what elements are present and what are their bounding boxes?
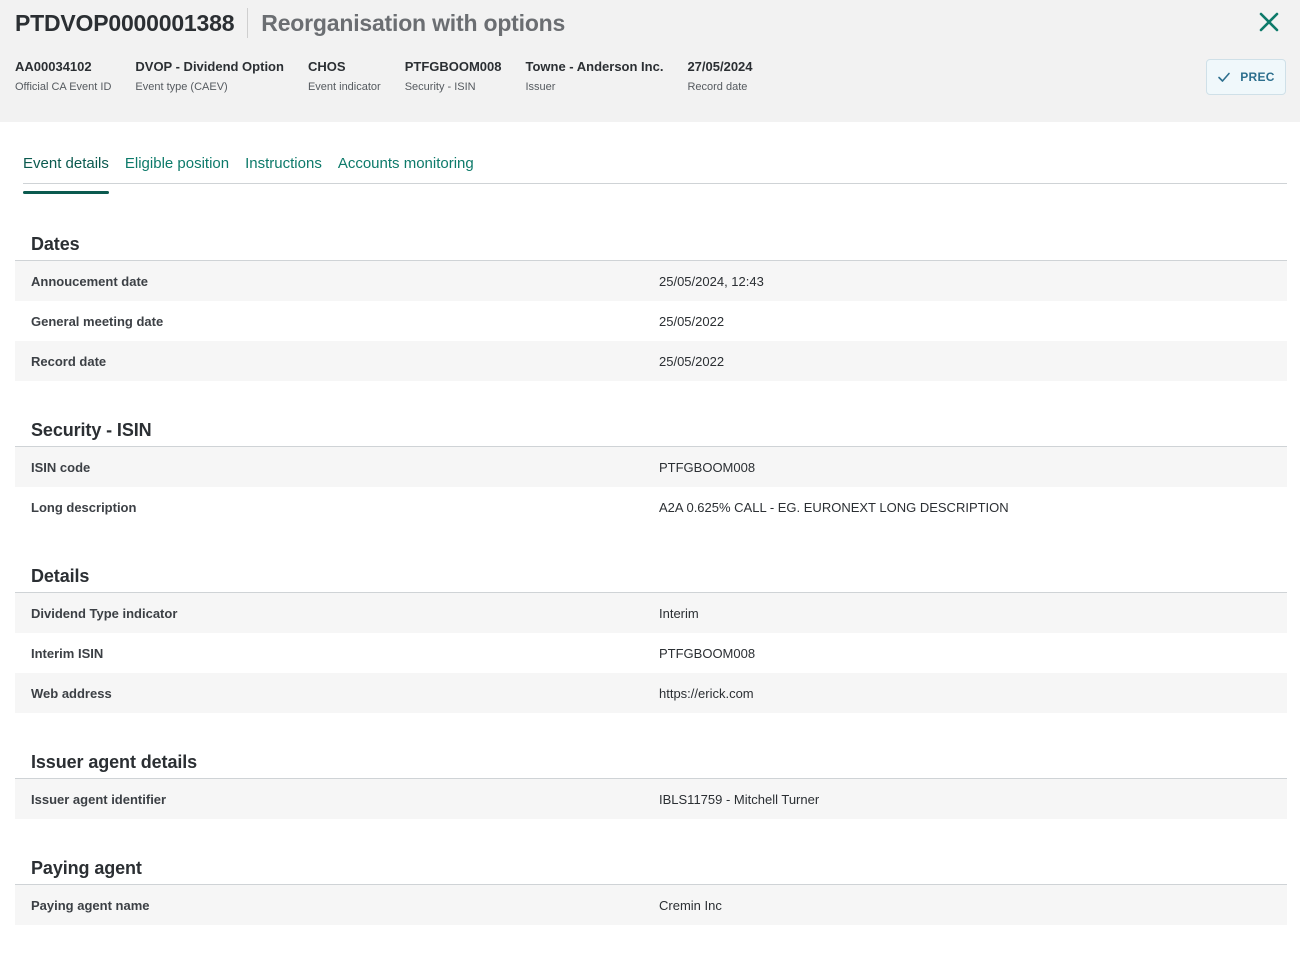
row-value: 25/05/2022	[659, 313, 725, 329]
meta-label: Official CA Event ID	[15, 81, 112, 93]
row-label: Paying agent name	[31, 897, 150, 913]
tab-eligible-position[interactable]: Eligible position	[125, 152, 229, 183]
section-title: Paying agent	[15, 856, 1287, 885]
row-label: Dividend Type indicator	[31, 605, 178, 621]
meta-label: Event type (CAEV)	[135, 81, 228, 93]
meta-event-type: DVOP - Dividend Option Event type (CAEV)	[135, 58, 284, 94]
tab-instructions[interactable]: Instructions	[245, 152, 322, 183]
detail-row: General meeting date 25/05/2022	[15, 301, 1287, 341]
meta-security-isin: PTFGBOOM008 Security - ISIN	[405, 58, 502, 94]
meta-label: Record date	[687, 81, 748, 93]
title-row: PTDVOP0000001388 Reorganisation with opt…	[15, 0, 1285, 46]
row-label: Long description	[31, 499, 137, 515]
section-dates: Dates Annoucement date 25/05/2024, 12:43…	[15, 232, 1287, 381]
event-header: PTDVOP0000001388 Reorganisation with opt…	[0, 0, 1300, 122]
status-button[interactable]: PREC	[1206, 59, 1286, 95]
section-paying-agent: Paying agent Paying agent name Cremin In…	[15, 856, 1287, 925]
row-value: PTFGBOOM008	[659, 645, 756, 661]
meta-value: DVOP - Dividend Option	[135, 59, 284, 74]
section-title: Details	[15, 564, 1287, 593]
detail-row: Issuer agent identifier IBLS11759 - Mitc…	[15, 779, 1287, 819]
status-label: PREC	[1240, 70, 1275, 84]
section-title: Security - ISIN	[15, 418, 1287, 447]
section-title: Issuer agent details	[15, 750, 1287, 779]
close-icon[interactable]	[1256, 9, 1282, 35]
tab-accounts-monitoring[interactable]: Accounts monitoring	[338, 152, 474, 183]
section-title: Dates	[15, 232, 1287, 261]
check-icon	[1218, 72, 1231, 82]
detail-row: Dividend Type indicator Interim	[15, 593, 1287, 633]
meta-value: 27/05/2024	[687, 59, 753, 74]
row-value: IBLS11759 - Mitchell Turner	[659, 791, 820, 807]
row-value: https://erick.com	[659, 685, 754, 701]
row-value: A2A 0.625% CALL - EG. EURONEXT LONG DESC…	[659, 499, 1009, 515]
tab-bar: Event details Eligible position Instruct…	[23, 152, 1287, 194]
meta-label: Security - ISIN	[404, 81, 476, 93]
row-label: ISIN code	[31, 459, 91, 475]
section-security-isin: Security - ISIN ISIN code PTFGBOOM008 Lo…	[15, 418, 1287, 527]
event-details-content: Dates Annoucement date 25/05/2024, 12:43…	[0, 232, 1300, 925]
row-label: Interim ISIN	[31, 645, 104, 661]
event-title: Reorganisation with options	[261, 9, 566, 36]
event-summary: AA00034102 Official CA Event ID DVOP - D…	[15, 58, 1285, 94]
meta-event-indicator: CHOS Event indicator	[308, 58, 381, 94]
detail-row: Interim ISIN PTFGBOOM008	[15, 633, 1287, 673]
detail-row: Long description A2A 0.625% CALL - EG. E…	[15, 487, 1287, 527]
row-label: Web address	[31, 685, 112, 701]
row-label: Record date	[31, 353, 107, 369]
meta-label: Event indicator	[307, 81, 381, 93]
meta-record-date: 27/05/2024 Record date	[687, 58, 752, 94]
title-divider	[247, 8, 249, 38]
row-value: 25/05/2022	[659, 353, 725, 369]
row-value: Cremin Inc	[659, 897, 722, 913]
row-value: Interim	[659, 605, 699, 621]
row-value: PTFGBOOM008	[659, 459, 756, 475]
meta-issuer: Towne - Anderson Inc. Issuer	[526, 58, 664, 94]
meta-official-event-id: AA00034102 Official CA Event ID	[15, 58, 111, 94]
detail-row: Annoucement date 25/05/2024, 12:43	[15, 261, 1287, 301]
meta-value: CHOS	[307, 59, 346, 74]
row-label: Annoucement date	[31, 273, 149, 289]
section-details: Details Dividend Type indicator Interim …	[15, 564, 1287, 713]
tab-event-details[interactable]: Event details	[23, 152, 109, 194]
detail-row: Paying agent name Cremin Inc	[15, 885, 1287, 925]
detail-row: Web address https://erick.com	[15, 673, 1287, 713]
event-id: PTDVOP0000001388	[15, 9, 235, 36]
meta-value: PTFGBOOM008	[404, 59, 502, 74]
detail-row: ISIN code PTFGBOOM008	[15, 447, 1287, 487]
row-value: 25/05/2024, 12:43	[659, 273, 764, 289]
section-issuer-agent-details: Issuer agent details Issuer agent identi…	[15, 750, 1287, 819]
detail-row: Record date 25/05/2022	[15, 341, 1287, 381]
meta-label: Issuer	[525, 81, 556, 93]
meta-value: Towne - Anderson Inc.	[525, 59, 664, 74]
row-label: General meeting date	[31, 313, 164, 329]
row-label: Issuer agent identifier	[31, 791, 167, 807]
meta-value: AA00034102	[15, 59, 92, 74]
